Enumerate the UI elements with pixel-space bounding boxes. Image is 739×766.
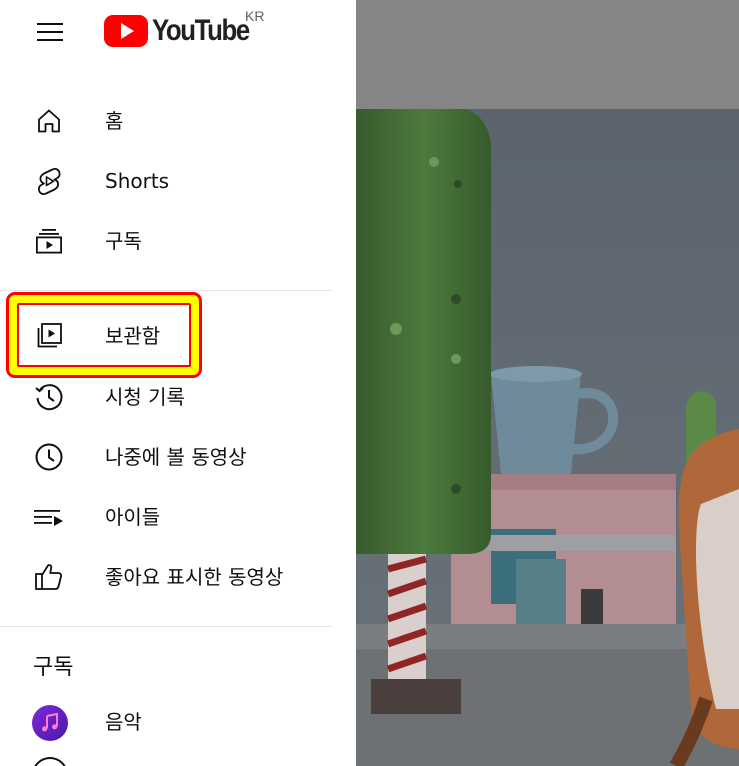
- watch-later-icon: [31, 443, 67, 471]
- section-divider: [0, 290, 332, 291]
- playlist-icon: [31, 503, 67, 531]
- subscriptions-icon: [31, 227, 67, 255]
- sidebar-item-label: 시청 기록: [105, 385, 185, 409]
- country-code: KR: [245, 8, 265, 24]
- next-channel-avatar-partial[interactable]: [32, 757, 68, 766]
- sidebar-item-label: 음악: [105, 710, 142, 734]
- subscriptions-section-title: 구독: [33, 655, 74, 680]
- thumbnail-illustration: [356, 109, 739, 766]
- guide-sidebar: YouTube KR 홈 Shorts 구독 보관함 시청 기록 나중에 볼 동…: [0, 0, 356, 766]
- sidebar-item-label: 홈: [105, 109, 124, 133]
- sidebar-item-home[interactable]: 홈: [0, 95, 356, 147]
- sidebar-item-subscriptions[interactable]: 구독: [0, 215, 356, 267]
- shorts-icon: [31, 167, 67, 195]
- sidebar-item-playlist[interactable]: 아이들: [0, 491, 356, 543]
- section-divider: [0, 626, 332, 627]
- hamburger-menu-icon: [37, 23, 63, 41]
- youtube-play-logo-icon: [104, 15, 148, 47]
- sidebar-item-library[interactable]: 보관함: [0, 310, 356, 362]
- logo-wordmark: YouTube: [152, 14, 250, 47]
- home-icon: [31, 107, 67, 135]
- sidebar-header: YouTube KR: [0, 0, 356, 64]
- sidebar-item-label: 아이들: [105, 505, 161, 529]
- dimmed-page-header: [356, 0, 739, 109]
- sidebar-item-watch-later[interactable]: 나중에 볼 동영상: [0, 431, 356, 483]
- youtube-logo[interactable]: YouTube: [104, 14, 265, 48]
- sidebar-item-label: 좋아요 표시한 동영상: [105, 565, 284, 589]
- sidebar-item-label: 구독: [105, 229, 142, 253]
- sidebar-item-label: 보관함: [105, 324, 161, 348]
- sidebar-item-shorts[interactable]: Shorts: [0, 155, 356, 207]
- history-icon: [31, 383, 67, 411]
- sidebar-item-label: Shorts: [105, 169, 170, 193]
- sidebar-item-label: 나중에 볼 동영상: [105, 445, 247, 469]
- like-icon: [31, 563, 67, 591]
- library-icon: [31, 322, 67, 350]
- music-channel-avatar: [32, 705, 68, 741]
- menu-button[interactable]: [26, 8, 74, 56]
- sidebar-item-history[interactable]: 시청 기록: [0, 371, 356, 423]
- sidebar-item-liked-videos[interactable]: 좋아요 표시한 동영상: [0, 551, 356, 603]
- sidebar-item-channel-music[interactable]: 음악: [0, 696, 356, 748]
- video-thumbnail-backdrop[interactable]: [356, 0, 739, 766]
- music-note-icon: [42, 712, 58, 732]
